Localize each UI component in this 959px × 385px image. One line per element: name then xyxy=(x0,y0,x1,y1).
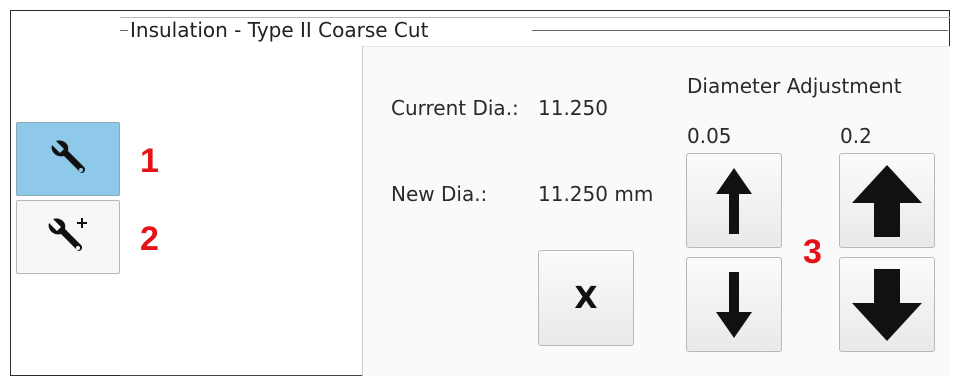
increase-large-button[interactable] xyxy=(839,153,935,248)
arrow-down-icon xyxy=(852,268,922,341)
wrench-icon xyxy=(51,140,86,173)
wrench-plus-icon xyxy=(48,218,87,251)
cancel-button[interactable]: X xyxy=(538,250,634,346)
diameter-adjustment-title: Diameter Adjustment xyxy=(687,74,902,98)
wrench-plus-button[interactable] xyxy=(16,200,120,274)
new-dia-label: New Dia.: xyxy=(391,182,488,206)
step-small-label: 0.05 xyxy=(687,124,732,148)
increase-small-button[interactable] xyxy=(686,153,782,248)
wrench-button[interactable] xyxy=(16,122,120,196)
marker-1: 1 xyxy=(140,142,159,180)
arrow-up-icon xyxy=(852,164,922,237)
new-dia-value: 11.250 mm xyxy=(538,182,654,206)
marker-3: 3 xyxy=(803,233,822,271)
marker-2: 2 xyxy=(140,220,159,258)
arrow-down-icon xyxy=(716,271,752,338)
decrease-large-button[interactable] xyxy=(839,257,935,352)
group-title: Insulation - Type II Coarse Cut xyxy=(130,18,429,42)
group-box-line xyxy=(532,30,948,31)
current-dia-label: Current Dia.: xyxy=(391,96,519,120)
group-box-line xyxy=(120,30,128,31)
current-dia-value: 11.250 xyxy=(538,96,608,120)
step-large-label: 0.2 xyxy=(840,124,872,148)
arrow-up-icon xyxy=(716,167,752,234)
decrease-small-button[interactable] xyxy=(686,257,782,352)
